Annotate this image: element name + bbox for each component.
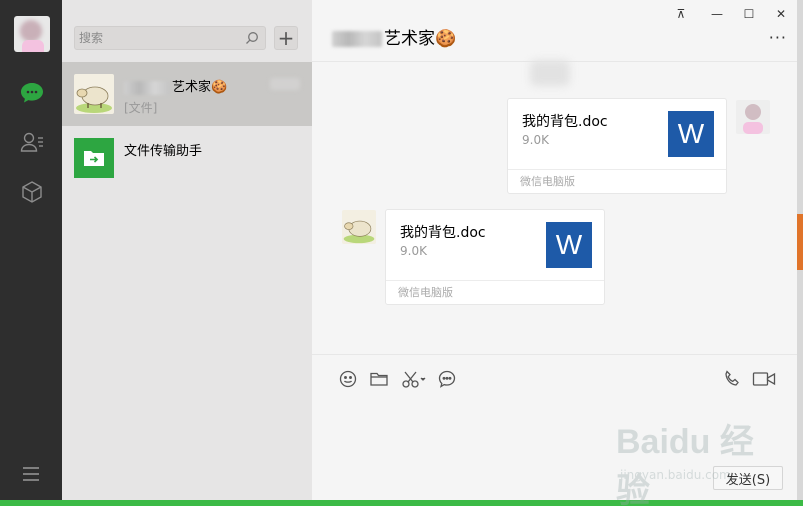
user-avatar[interactable]	[14, 16, 50, 52]
chat-panel: 艺术家🍪 ⊼ — ☐ ✕ ··· 我的背包.doc 9.0K W 微信电脑版 我…	[312, 0, 803, 506]
chat-title: 艺术家🍪	[332, 24, 456, 49]
redacted-timestamp	[530, 60, 570, 86]
chat-header: 艺术家🍪 ⊼ — ☐ ✕ ···	[312, 0, 803, 62]
search-icon[interactable]	[245, 31, 259, 45]
add-button[interactable]: +	[274, 26, 298, 50]
redacted-time	[270, 78, 300, 90]
menu-icon[interactable]	[22, 466, 40, 482]
box-icon[interactable]	[19, 179, 45, 205]
file-source: 微信电脑版	[386, 280, 604, 304]
file-name: 我的背包.doc	[522, 114, 608, 130]
close-button[interactable]: ✕	[770, 4, 792, 24]
more-button[interactable]: ···	[769, 30, 787, 46]
pin-button[interactable]: ⊼	[670, 4, 692, 24]
folder-icon[interactable]	[368, 368, 390, 390]
file-message-card[interactable]: 我的背包.doc 9.0K W 微信电脑版	[507, 98, 727, 194]
file-name: 我的背包.doc	[400, 225, 486, 241]
input-toolbar-divider	[312, 354, 803, 355]
conversation-name: 文件传输助手	[124, 144, 203, 159]
file-message-card[interactable]: 我的背包.doc 9.0K W 微信电脑版	[385, 209, 605, 305]
search-box[interactable]	[74, 26, 266, 50]
conversation-item[interactable]: 艺术家🍪 [文件]	[62, 62, 312, 126]
minimize-button[interactable]: —	[706, 4, 728, 24]
scissors-icon[interactable]	[400, 368, 428, 390]
conversation-preview: [文件]	[124, 101, 158, 115]
file-source: 微信电脑版	[508, 169, 726, 193]
redacted-name	[124, 80, 170, 95]
word-file-icon: W	[546, 222, 592, 268]
file-transfer-icon	[74, 138, 114, 178]
nav-rail	[0, 0, 62, 506]
taskbar-strip	[0, 500, 803, 506]
file-size: 9.0K	[400, 244, 427, 258]
conversation-list-panel: + 艺术家🍪 [文件] 文件传输助手	[62, 0, 312, 506]
phone-icon[interactable]	[721, 368, 743, 390]
conversation-item[interactable]: 文件传输助手	[62, 126, 312, 190]
background-window-edge	[797, 0, 803, 500]
bubble-icon[interactable]	[436, 368, 458, 390]
emoji-icon[interactable]	[337, 368, 359, 390]
self-avatar[interactable]	[736, 100, 770, 134]
file-size: 9.0K	[522, 133, 549, 147]
redacted-name	[332, 31, 382, 47]
sender-avatar[interactable]	[342, 210, 376, 244]
video-icon[interactable]	[751, 368, 777, 390]
avatar-face	[20, 20, 42, 42]
avatar-body	[22, 40, 44, 52]
contacts-icon[interactable]	[19, 129, 45, 155]
maximize-button[interactable]: ☐	[738, 4, 760, 24]
conversation-name: 艺术家🍪	[124, 76, 227, 95]
chat-icon[interactable]	[19, 80, 45, 106]
search-input[interactable]	[79, 30, 239, 46]
send-button[interactable]: 发送(S)	[713, 466, 783, 490]
word-file-icon: W	[668, 111, 714, 157]
sheep-avatar	[74, 74, 114, 114]
background-window-accent	[797, 214, 803, 270]
